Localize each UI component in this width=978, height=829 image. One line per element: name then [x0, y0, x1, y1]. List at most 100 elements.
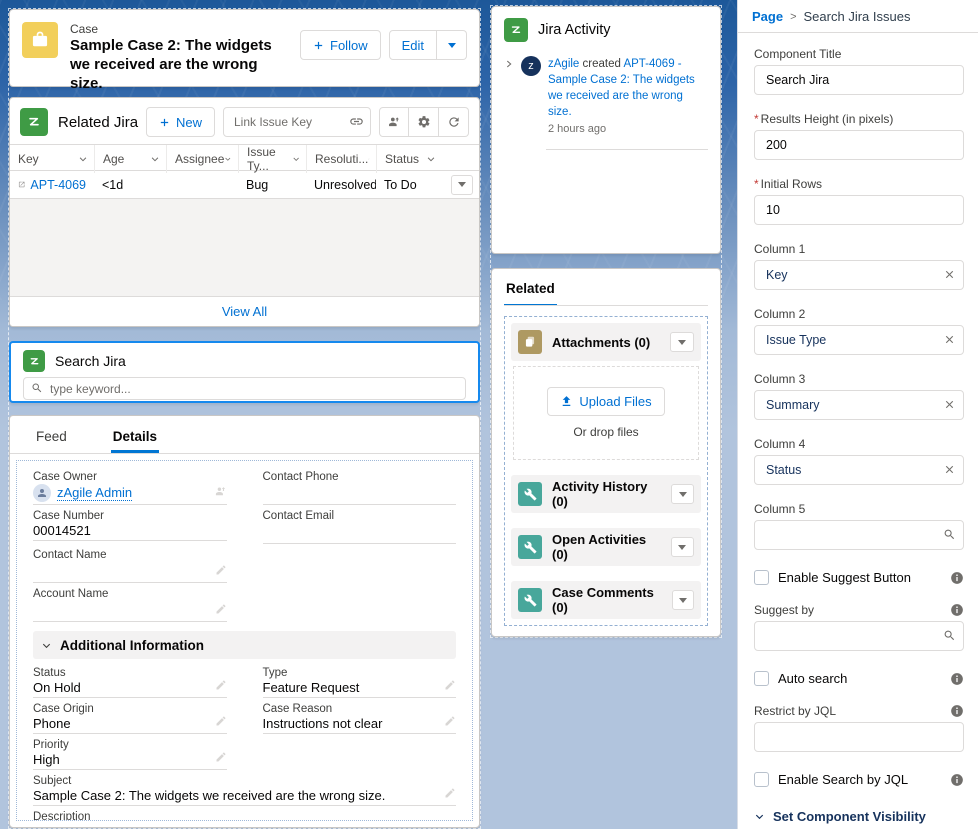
initial-rows-input[interactable] [754, 195, 964, 225]
chevron-down-icon [678, 545, 686, 550]
info-icon[interactable] [950, 704, 964, 718]
link-icon[interactable] [349, 114, 364, 129]
related-list-case-comments[interactable]: Case Comments (0) [511, 581, 701, 619]
wrench-icon [524, 488, 537, 501]
issue-key-link[interactable]: APT-4069 [30, 178, 86, 192]
breadcrumb-separator: > [790, 11, 796, 23]
case-record-icon [22, 22, 58, 58]
enable-jql-checkbox[interactable] [754, 772, 769, 787]
tab-details[interactable]: Details [111, 419, 159, 453]
section-additional-information[interactable]: Additional Information [33, 631, 456, 659]
field-contact-email: Contact Email [263, 510, 457, 544]
component-title-input[interactable] [754, 65, 964, 95]
file-drop-zone[interactable]: Upload Files Or drop files [513, 366, 699, 460]
row-actions-button[interactable] [451, 175, 473, 195]
more-actions-button[interactable] [437, 30, 467, 60]
view-all-link[interactable]: View All [222, 304, 267, 319]
column-header-resolution[interactable]: Resoluti... [306, 145, 376, 173]
column-1-input[interactable] [754, 260, 964, 290]
restrict-jql-input[interactable] [754, 722, 964, 752]
edit-pencil-icon[interactable] [215, 564, 227, 576]
related-list-activity-history[interactable]: Activity History (0) [511, 475, 701, 513]
field-contact-phone: Contact Phone [263, 471, 457, 505]
search-icon[interactable] [943, 629, 956, 642]
set-component-visibility-section[interactable]: Set Component Visibility [754, 809, 964, 824]
clear-icon[interactable] [943, 463, 956, 476]
zagile-z-icon [28, 355, 41, 368]
external-link-icon[interactable] [18, 179, 25, 190]
column-header-issue-type[interactable]: Issue Ty... [238, 145, 306, 173]
prop-initial-rows: *Initial Rows [754, 177, 964, 225]
edit-pencil-icon[interactable] [444, 679, 456, 691]
change-owner-icon[interactable] [214, 485, 227, 498]
info-icon[interactable] [950, 603, 964, 617]
column-4-input[interactable] [754, 455, 964, 485]
related-list-attachments[interactable]: Attachments (0) [511, 323, 701, 361]
info-icon[interactable] [950, 571, 964, 585]
edit-pencil-icon[interactable] [215, 715, 227, 727]
column-header-age[interactable]: Age [94, 145, 166, 173]
related-list-open-activities[interactable]: Open Activities (0) [511, 528, 701, 566]
assign-user-button[interactable] [379, 107, 409, 137]
edit-pencil-icon[interactable] [444, 787, 456, 799]
collapse-button[interactable] [671, 484, 694, 504]
avatar [33, 484, 51, 502]
divider [546, 149, 708, 150]
upload-files-button[interactable]: Upload Files [547, 387, 664, 416]
chevron-down-icon [458, 182, 466, 187]
column-2-input[interactable] [754, 325, 964, 355]
column-3-input[interactable] [754, 390, 964, 420]
column-5-input[interactable] [754, 520, 964, 550]
prop-column-1: Column 1 [754, 242, 964, 290]
field-priority: Priority High [33, 739, 227, 770]
edit-pencil-icon[interactable] [215, 679, 227, 691]
edit-button[interactable]: Edit [389, 30, 437, 60]
related-lists-panel: Related Attachments (0) Upload Files Or … [491, 268, 721, 637]
record-detail-panel: Feed Details Case Owner zAgile Admin [9, 415, 480, 828]
follow-button[interactable]: Follow [300, 30, 381, 60]
case-owner-link[interactable]: zAgile Admin [57, 485, 132, 501]
component-properties-panel: Page > Search Jira Issues Component Titl… [737, 0, 978, 829]
plus-icon [313, 40, 324, 51]
collapse-button[interactable] [670, 332, 694, 352]
actor-link[interactable]: zAgile [548, 58, 579, 70]
column-header-status[interactable]: Status [376, 145, 442, 173]
field-subject: Subject Sample Case 2: The widgets we re… [33, 775, 456, 806]
chevron-down-icon [368, 154, 370, 164]
tab-feed[interactable]: Feed [34, 419, 69, 453]
edit-pencil-icon[interactable] [215, 603, 227, 615]
info-icon[interactable] [950, 773, 964, 787]
search-jira-component-selected[interactable]: Search Jira [9, 341, 480, 403]
search-icon[interactable] [943, 528, 956, 541]
edit-pencil-icon[interactable] [215, 751, 227, 763]
search-jira-title: Search Jira [55, 353, 126, 369]
case-highlights-panel: Case Sample Case 2: The widgets we recei… [9, 9, 480, 87]
auto-search-checkbox[interactable] [754, 671, 769, 686]
new-issue-button[interactable]: New [146, 107, 215, 137]
edit-pencil-icon[interactable] [444, 715, 456, 727]
column-header-key[interactable]: Key [10, 145, 94, 173]
breadcrumb-page-link[interactable]: Page [752, 9, 783, 24]
cell-resolution: Unresolved [306, 178, 376, 192]
clear-icon[interactable] [943, 333, 956, 346]
refresh-icon [447, 115, 461, 129]
cell-age: <1d [94, 178, 166, 192]
chevron-down-icon [41, 640, 52, 651]
enable-suggest-checkbox[interactable] [754, 570, 769, 585]
clear-icon[interactable] [943, 398, 956, 411]
refresh-icon-button[interactable] [439, 107, 469, 137]
clear-icon[interactable] [943, 268, 956, 281]
field-case-owner: Case Owner zAgile Admin [33, 471, 227, 505]
new-issue-button-label: New [176, 115, 202, 130]
collapse-button[interactable] [672, 590, 694, 610]
collapse-button[interactable] [671, 537, 694, 557]
expand-chevron-icon[interactable] [504, 59, 514, 135]
suggest-by-input[interactable] [754, 621, 964, 651]
tab-related[interactable]: Related [504, 279, 557, 306]
results-height-input[interactable] [754, 130, 964, 160]
related-lists-component: Attachments (0) Upload Files Or drop fil… [504, 316, 708, 626]
search-keyword-input[interactable] [23, 377, 466, 400]
info-icon[interactable] [950, 672, 964, 686]
column-header-assignee[interactable]: Assignee [166, 145, 238, 173]
gear-icon-button[interactable] [409, 107, 439, 137]
